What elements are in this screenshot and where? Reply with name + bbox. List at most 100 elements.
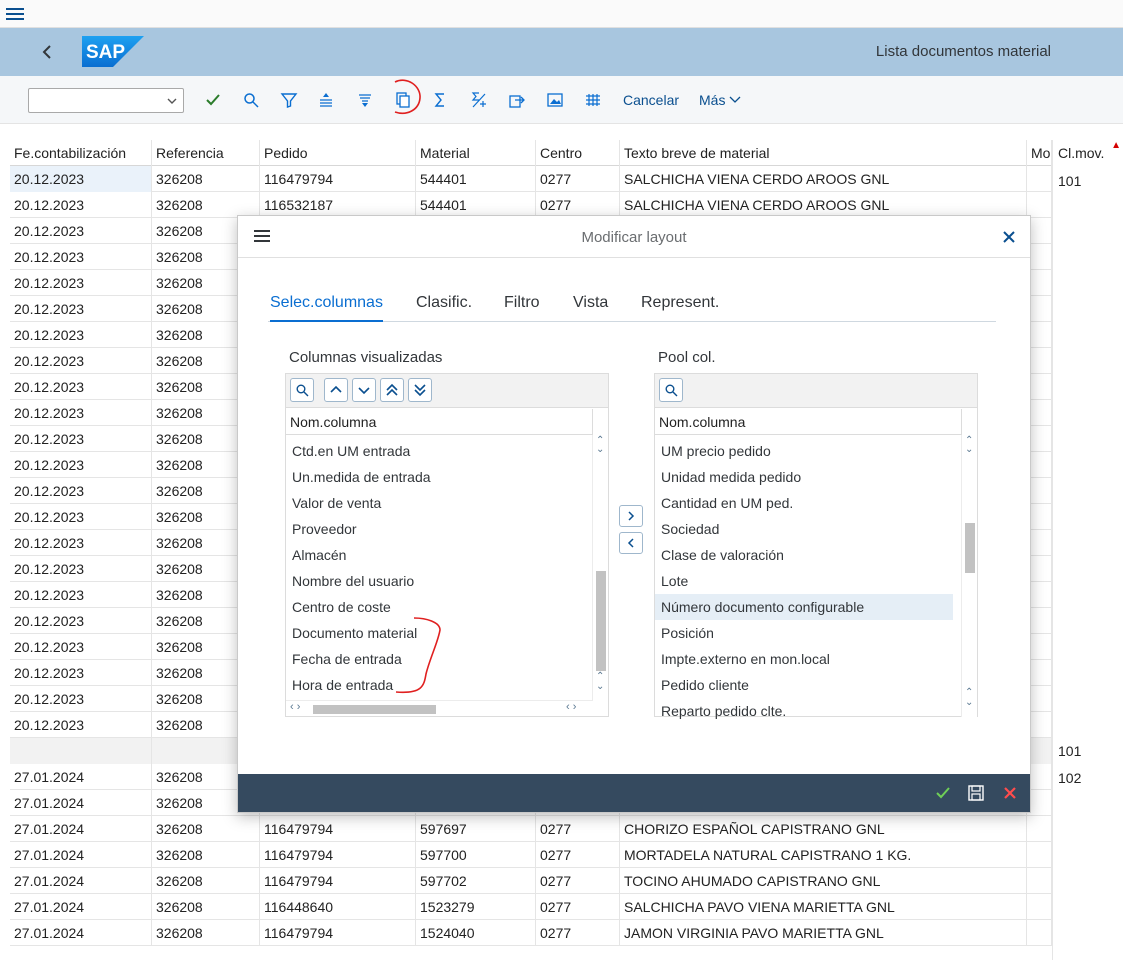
move-top-button[interactable] [380,378,404,402]
table-cell: CHORIZO ESPAÑOL CAPISTRANO GNL [620,816,1027,842]
table-row[interactable]: 27.01.2024 326208 116479794 597697 0277 CHORI… [10,816,1123,842]
table-row[interactable]: 20.12.2023 326208 116479794 544401 0277 SALCH… [10,166,1123,192]
horizontal-scrollbar[interactable]: ‹ › ‹ › [286,700,592,716]
column-header[interactable]: Material [416,140,536,166]
column-header[interactable]: Pedido [260,140,416,166]
column-header[interactable]: Centro [536,140,620,166]
confirm-button[interactable] [933,783,953,803]
back-button[interactable] [36,38,58,66]
close-button[interactable] [1000,228,1018,246]
list-item[interactable]: Un.medida de entrada [286,464,590,490]
list-item[interactable]: Ctd.en UM entrada [286,438,590,464]
filter-icon [280,93,298,108]
vertical-scrollbar[interactable]: ⌃ ⌄ ⌃ ⌄ [961,435,977,717]
scroll-thumb[interactable] [596,571,606,671]
cancel-button[interactable]: Cancelar [623,92,679,108]
tab-column-selection[interactable]: Selec.columnas [270,294,383,322]
tab-view[interactable]: Vista [573,294,608,322]
table-cell [10,738,152,764]
list-item[interactable]: Número documento configurable [655,594,953,620]
export-button[interactable] [505,88,529,112]
table-cell: 0277 [536,816,620,842]
sort-descending-button[interactable] [353,88,377,112]
move-up-button[interactable] [324,378,348,402]
table-row[interactable]: 27.01.2024 326208 116479794 597702 0277 TOCIN… [10,868,1123,894]
table-cell: 0277 [536,920,620,946]
scroll-down-icon[interactable]: ⌄ [965,697,973,708]
layout-variant-select[interactable] [28,88,184,113]
save-layout-button[interactable] [966,783,986,803]
table-cell: 20.12.2023 [10,686,152,712]
list-item[interactable]: Clase de valoración [655,542,953,568]
list-item[interactable]: Hora de entrada [286,672,590,698]
table-cell: 27.01.2024 [10,764,152,790]
vertical-scrollbar[interactable]: ⌃ ⌄ ⌃ ⌄ [592,435,608,701]
sort-descending-icon [359,94,371,107]
column-header[interactable]: Cl.mov. [1058,145,1104,161]
list-item[interactable]: Fecha de entrada [286,646,590,672]
list-item[interactable]: Cantidad en UM ped. [655,490,953,516]
search-button[interactable] [290,378,314,402]
list-item[interactable]: Valor de venta [286,490,590,516]
subtotal-button[interactable] [467,88,491,112]
list-item[interactable]: Lote [655,568,953,594]
table-cell: 20.12.2023 [10,504,152,530]
scroll-thumb[interactable] [965,523,975,573]
add-column-button[interactable] [619,505,643,527]
search-button[interactable] [659,378,683,402]
search-icon [665,384,678,397]
filter-button[interactable] [277,88,301,112]
move-bottom-button[interactable] [408,378,432,402]
list-item[interactable]: Proveedor [286,516,590,542]
table-cell: 20.12.2023 [10,322,152,348]
scroll-down-icon[interactable]: ⌄ [596,444,604,455]
toolbar: Cancelar Más [0,76,1123,124]
details-button[interactable] [581,88,605,112]
list-item[interactable]: Centro de coste [286,594,590,620]
table-cell: 20.12.2023 [10,452,152,478]
tab-sort[interactable]: Clasific. [416,294,472,322]
sap-logo: SAP [82,36,144,67]
menu-icon[interactable] [6,5,24,21]
table-row[interactable]: 27.01.2024 326208 116479794 1524040 0277 JAMO… [10,920,1123,946]
clmov-value: 101 [1058,743,1082,759]
dialog-footer [238,774,1030,812]
list-item[interactable]: Unidad medida pedido [655,464,953,490]
list-item[interactable]: Documento material [286,620,590,646]
column-header[interactable]: Mo [1027,140,1052,166]
tab-display[interactable]: Represent. [641,294,719,322]
table-cell: TOCINO AHUMADO CAPISTRANO GNL [620,868,1027,894]
scroll-thumb[interactable] [313,705,436,714]
scroll-down-icon[interactable]: ⌄ [965,444,973,455]
list-item[interactable]: Nombre del usuario [286,568,590,594]
more-button[interactable]: Más [699,92,741,108]
total-button[interactable] [428,88,452,112]
tab-filter[interactable]: Filtro [504,294,540,322]
column-header[interactable]: Referencia [152,140,260,166]
scroll-down-icon[interactable]: ⌄ [596,681,604,692]
table-row[interactable]: 27.01.2024 326208 116448640 1523279 0277 SALC… [10,894,1123,920]
table-row[interactable]: 27.01.2024 326208 116479794 597700 0277 MORTA… [10,842,1123,868]
column-header[interactable]: Texto breve de material [620,140,1027,166]
column-header[interactable]: Fe.contabilización [10,140,152,166]
remove-column-button[interactable] [619,532,643,554]
change-layout-button[interactable] [391,88,415,112]
move-down-button[interactable] [352,378,376,402]
grid-icon [586,94,600,106]
table-cell: 27.01.2024 [10,868,152,894]
graphic-button[interactable] [543,88,567,112]
list-item[interactable]: Reparto pedido clte. [655,698,953,724]
table-cell: 20.12.2023 [10,348,152,374]
sort-ascending-button[interactable] [314,88,338,112]
list-item[interactable]: Sociedad [655,516,953,542]
find-button[interactable] [239,88,263,112]
table-cell [1027,894,1052,920]
double-chevron-up-icon [386,383,398,396]
list-item[interactable]: Almacén [286,542,590,568]
list-item[interactable]: Posición [655,620,953,646]
list-item[interactable]: Impte.externo en mon.local [655,646,953,672]
list-item[interactable]: Pedido cliente [655,672,953,698]
list-item[interactable]: UM precio pedido [655,438,953,464]
check-button[interactable] [201,88,225,112]
cancel-dialog-button[interactable] [1000,783,1020,803]
